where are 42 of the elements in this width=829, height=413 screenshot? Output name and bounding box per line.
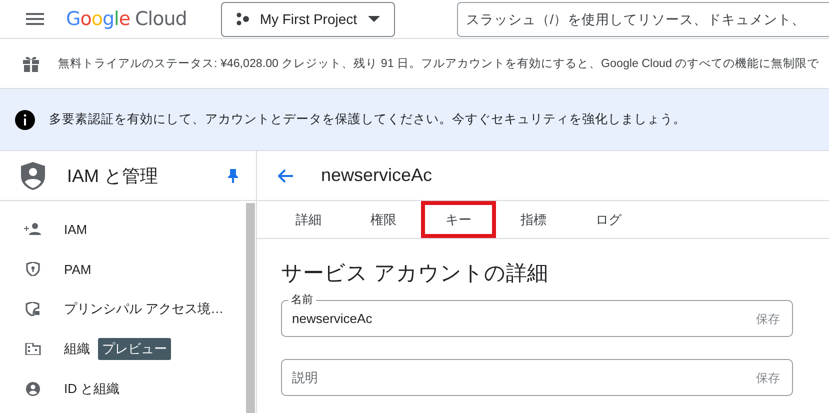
tab[interactable]: 詳細	[271, 201, 346, 238]
shield-icon	[24, 262, 42, 276]
menu-icon[interactable]	[26, 13, 44, 25]
gift-icon	[22, 54, 40, 72]
sidebar-item-label: PAM	[64, 262, 92, 276]
project-picker[interactable]: My First Project	[220, 2, 395, 36]
sidebar-title: IAM と管理	[67, 164, 160, 188]
tab[interactable]: 指標	[496, 201, 571, 238]
sidebar-item[interactable]: PAM	[0, 249, 246, 289]
sidebar-item-label: ID と組織	[64, 380, 120, 398]
tab[interactable]: キー	[421, 201, 496, 238]
section-title: サービス アカウントの詳細	[281, 261, 549, 287]
back-arrow-icon[interactable]	[278, 168, 294, 182]
pin-icon[interactable]	[228, 168, 238, 182]
sidebar-item[interactable]: ID と組織	[0, 369, 246, 409]
shield-person-icon	[21, 162, 45, 190]
person-add-icon	[24, 223, 42, 235]
sidebar-item[interactable]: IAM	[0, 209, 246, 249]
preview-badge: プレビュー	[98, 338, 171, 360]
logo-text[interactable]: Google	[66, 8, 130, 30]
sidebar-item-label: 組織	[64, 340, 90, 358]
sidebar-item[interactable]: プリンシパル アクセス境…	[0, 289, 246, 329]
info-icon	[15, 110, 35, 130]
sidebar-item-label: プリンシパル アクセス境…	[64, 300, 224, 318]
caret-icon	[368, 16, 380, 22]
alert-message: 多要素認証を有効にして、アカウントとデータを保護してください。今すぐセキュリティを強化しましょう。	[49, 111, 686, 128]
save-button[interactable]: 保存	[756, 311, 780, 328]
scrollbar[interactable]	[246, 203, 255, 413]
search-field[interactable]: スラッシュ（/）を使用してリソース、ドキュメント、	[456, 2, 829, 36]
product-name: Cloud	[135, 8, 187, 30]
building-icon	[24, 343, 42, 355]
page-title: newserviceAc	[321, 165, 432, 186]
tab[interactable]: 権限	[346, 201, 421, 238]
save-button[interactable]: 保存	[756, 370, 780, 387]
project-icon	[236, 12, 250, 26]
account-icon	[24, 382, 42, 396]
sidebar-item-label: IAM	[64, 222, 88, 236]
shield-lock-icon	[24, 302, 42, 316]
trial-status-text: 無料トライアルのステータス: ¥46,028.00 クレジット、残り 91 日。フルアカウントを有効にすると、Google Cloud のすべての機能に無制限で	[58, 56, 820, 71]
tab[interactable]: ログ	[571, 201, 646, 238]
field-label: 名前	[288, 292, 316, 307]
sidebar-item[interactable]: 組織 プレビュー	[0, 329, 246, 369]
